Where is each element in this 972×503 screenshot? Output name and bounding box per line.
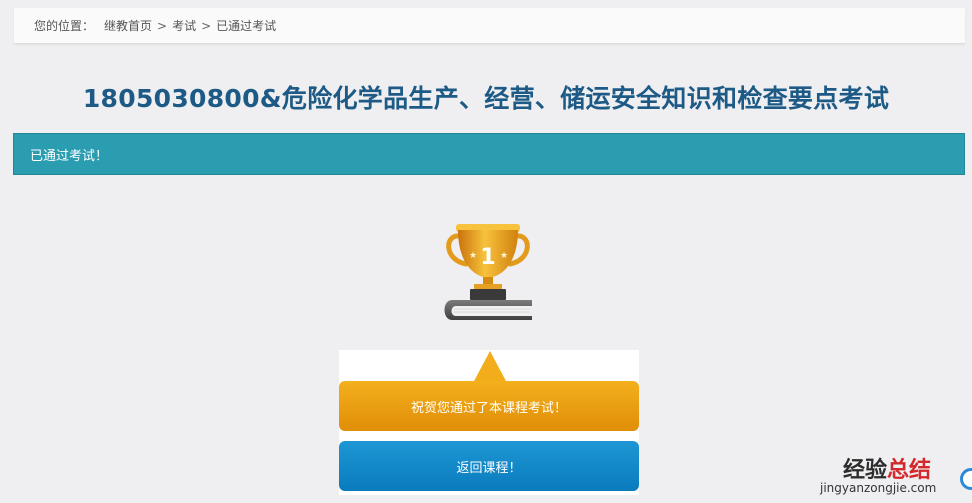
watermark-logo-icon: [960, 468, 972, 490]
watermark-title: 经验总结: [843, 452, 931, 484]
message-pointer: [473, 351, 507, 383]
congrats-message: 祝贺您通过了本课程考试！: [339, 381, 639, 431]
breadcrumb-label: 您的位置：: [34, 19, 95, 33]
trophy-icon: ★ ★ 1: [444, 224, 532, 320]
congrats-text: 祝贺您通过了本课程考试！: [410, 400, 567, 416]
trophy-rank: 1: [480, 245, 495, 270]
svg-text:★: ★: [500, 251, 508, 261]
breadcrumb-current: 已通过考试: [216, 19, 277, 33]
breadcrumb: 您的位置： 继教首页 > 考试 > 已通过考试: [14, 8, 965, 44]
watermark-text-red: 总结: [887, 458, 932, 483]
breadcrumb-separator: >: [201, 18, 212, 33]
breadcrumb-home-link[interactable]: 继教首页: [104, 17, 152, 34]
page-title: 1805030800&危险化学品生产、经营、储运安全知识和检查要点考试: [82, 84, 890, 113]
breadcrumb-separator: >: [157, 18, 168, 33]
return-course-button[interactable]: 返回课程！: [339, 441, 639, 491]
watermark: 经验总结 jingyanzongjie.com: [810, 452, 972, 503]
status-text: 已通过考试！: [30, 148, 109, 164]
watermark-url: jingyanzongjie.com: [820, 481, 937, 495]
status-bar: 已通过考试！: [13, 133, 965, 175]
breadcrumb-exam-link[interactable]: 考试: [172, 17, 196, 34]
watermark-text-dark: 经验: [843, 458, 888, 483]
svg-text:★: ★: [469, 251, 477, 261]
